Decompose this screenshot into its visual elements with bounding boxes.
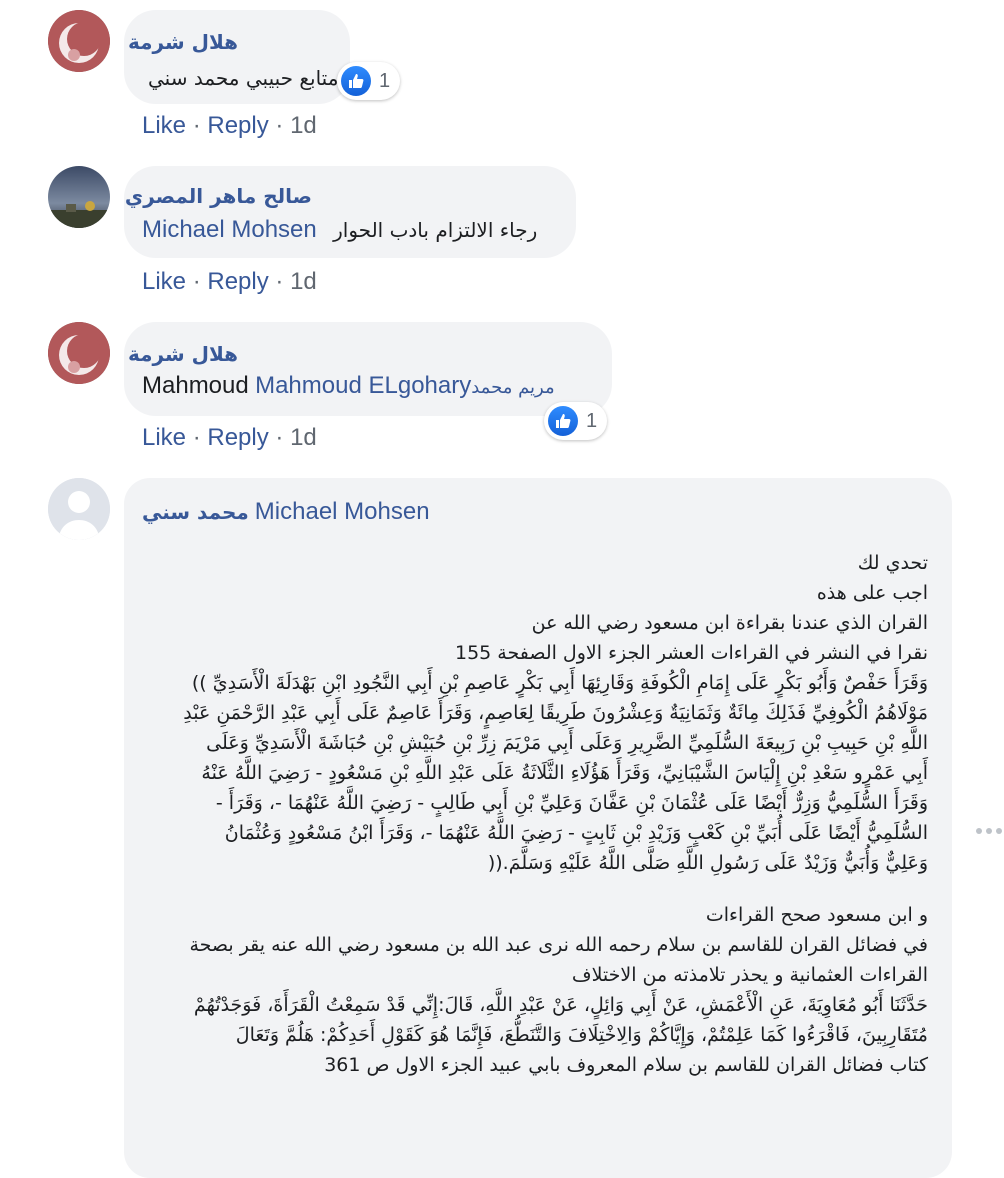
avatar[interactable] [48,166,110,228]
timestamp[interactable]: 1d [290,268,317,295]
comment-line: مُتَقَارِبِينَ، فَاقْرَءُوا كَمَا عَلِمْ… [235,1024,928,1046]
comment-line: مَوْلَاهُمُ الْكُوفِيِّ فَذَلِكَ مِائَةٌ… [183,702,928,724]
comment-line: القراءات العثمانية و يحذر تلامذته من الا… [571,964,928,986]
comment-text: متابع حبيبي محمد سني [148,66,339,90]
comment-line: و ابن مسعود صحح القراءات [705,904,928,926]
separator-dot: · [192,424,208,451]
separator-dot: · [192,112,208,139]
comment-body: تحدي لك اجب على هذه القران الذي عندنا بق… [138,548,928,1080]
separator-dot: · [192,268,208,295]
comment-line: السُّلَمِيُّ أَيْضًا عَلَى أُبَيِّ بْنِ … [224,822,928,844]
like-link[interactable]: Like [142,112,186,139]
like-link[interactable]: Like [142,424,186,451]
comment-author[interactable]: هلال شرمة [128,30,238,54]
comment-line: اللَّهِ بْنِ حَبِيبِ بْنِ رَبِيعَةَ السُ… [206,732,928,754]
comment-bubble [124,166,576,258]
comment-author[interactable]: صالح ماهر المصري [125,184,312,208]
more-options-icon[interactable] [976,828,1002,834]
timestamp[interactable]: 1d [290,112,317,139]
comment-line: كتاب فضائل القران للقاسم بن سلام المعروف… [324,1054,928,1076]
comment-text: Michael Mohsen رجاء الالتزام بادب الحوار [142,216,537,244]
mention-link-ar[interactable]: مريم محمد [471,377,554,398]
comment-line: في فضائل القران للقاسم بن سلام رحمه الله… [189,934,928,956]
comment-line: نقرا في النشر في القراءات العشر الجزء ال… [454,642,928,664]
separator-dot: · [275,424,291,451]
default-avatar-icon[interactable] [48,478,110,540]
avatar[interactable] [48,10,110,72]
reply-link[interactable]: Reply [207,424,268,451]
mention-link[interactable]: Michael Mohsen [255,498,430,526]
reaction-badge[interactable]: 1 [337,62,401,100]
reaction-count: 1 [586,409,598,432]
like-icon [548,406,578,436]
avatar[interactable] [48,322,110,384]
comment-body: Mahmoud [142,372,249,399]
comment-line: القران الذي عندنا بقراءة ابن مسعود رضي ا… [531,612,928,634]
like-link[interactable]: Like [142,268,186,295]
reply-link[interactable]: Reply [207,112,268,139]
comment-line: اجب على هذه [816,582,928,604]
comment-line: حَدَّثَنَا أَبُو مُعَاوِيَةَ، عَنِ الْأَ… [193,994,928,1016]
comment-line: وَقَرَأَ حَفْصٌ وَأَبُو بَكْرٍ عَلَى إِم… [191,672,928,694]
separator-dot: · [275,268,291,295]
comment-author[interactable]: محمد سني [142,498,249,526]
timestamp[interactable]: 1d [290,424,317,451]
comment-author[interactable]: هلال شرمة [128,342,238,366]
comment-text: Mahmoud Mahmoud ELgoharyمريم محمد [142,372,555,400]
comment-body: رجاء الالتزام بادب الحوار [333,218,538,242]
reaction-count: 1 [379,69,391,92]
separator-dot: · [275,112,291,139]
comment-actions: Like · Reply · 1d [142,268,317,296]
reply-link[interactable]: Reply [207,268,268,295]
comment-line: وَعَلِيٌّ وَأُبَيٌّ وَزَيْدٌ عَلَى رَسُو… [487,852,928,874]
like-icon [341,66,371,96]
reaction-badge[interactable]: 1 [544,402,608,440]
comment-bubble [124,322,612,416]
mention-link[interactable]: Mahmoud ELgohary [255,372,471,399]
mention-link[interactable]: Michael Mohsen [142,216,317,243]
comment-actions: Like · Reply · 1d [142,112,317,140]
comment-line: وَقَرَأَ السُّلَمِيُّ وَزِرٌّ أَيْضًا عَ… [215,792,928,814]
comment-actions: Like · Reply · 1d [142,424,317,452]
comment-line: تحدي لك [857,552,928,574]
comment-line: أَبِي عَمْرٍو سَعْدِ بْنِ إِلْيَاسَ الشَ… [201,762,928,784]
comment-author-row: Michael Mohsen محمد سني [142,498,430,526]
